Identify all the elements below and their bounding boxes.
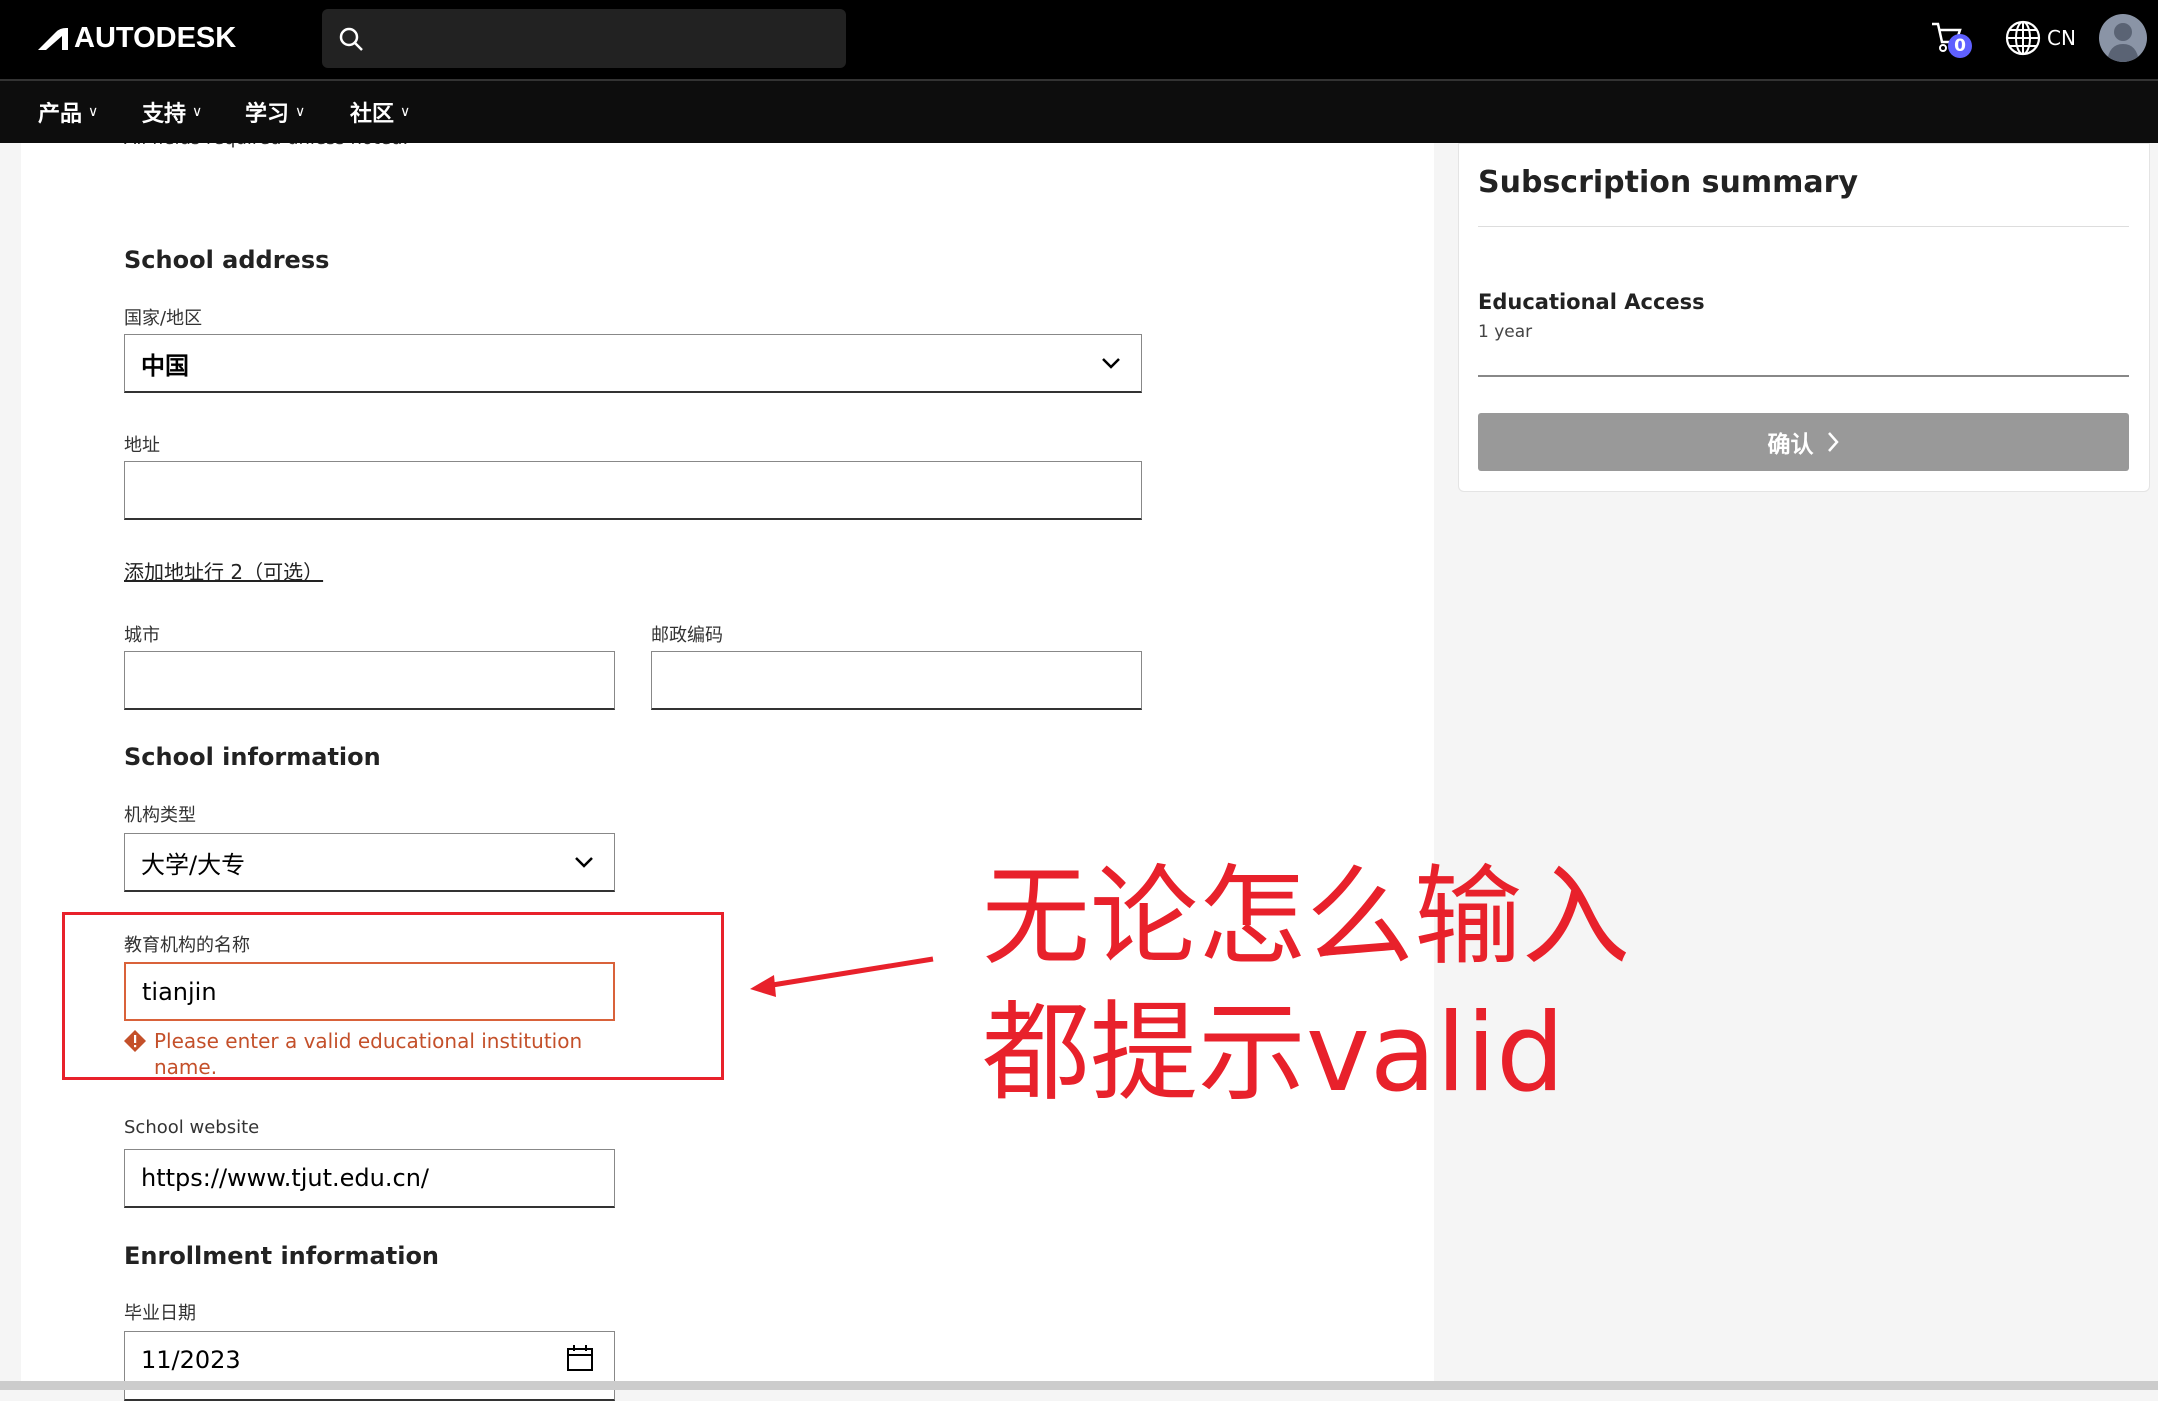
nav-item-products[interactable]: 产品 ∨ xyxy=(38,96,98,128)
school-address-title: School address xyxy=(124,246,330,274)
school-info-title: School information xyxy=(124,743,381,771)
horizontal-scrollbar[interactable] xyxy=(0,1381,2158,1390)
graduation-date-input[interactable]: 11/2023 xyxy=(124,1331,615,1401)
city-label: 城市 xyxy=(124,625,160,646)
cart-count-badge: 0 xyxy=(1948,34,1972,58)
search-icon xyxy=(339,27,363,51)
avatar[interactable] xyxy=(2099,14,2147,62)
institution-type-select[interactable]: 大学/大专 xyxy=(124,833,615,892)
school-website-label: School website xyxy=(124,1117,260,1138)
search-input[interactable] xyxy=(322,9,846,68)
city-input[interactable] xyxy=(124,651,615,710)
confirm-button[interactable]: 确认 xyxy=(1478,413,2129,471)
divider xyxy=(1478,226,2129,227)
nav-item-community[interactable]: 社区 ∨ xyxy=(350,96,410,128)
user-avatar-icon xyxy=(2107,23,2139,62)
country-select[interactable]: 中国 xyxy=(124,334,1142,393)
graduation-date-label: 毕业日期 xyxy=(124,1303,196,1324)
summary-term: 1 year xyxy=(1478,322,1533,342)
chevron-right-icon xyxy=(1827,432,1839,452)
enrollment-info-title: Enrollment information xyxy=(124,1242,440,1270)
institution-type-label: 机构类型 xyxy=(124,805,196,826)
autodesk-logo-icon xyxy=(38,27,68,50)
chevron-down-icon: ∨ xyxy=(192,104,203,120)
summary-product: Educational Access xyxy=(1478,290,1705,314)
postal-code-label: 邮政编码 xyxy=(651,625,723,646)
annotation-text-line2: 都提示valid xyxy=(982,991,1565,1116)
chevron-down-icon: ∨ xyxy=(295,104,306,120)
address-label: 地址 xyxy=(124,435,160,456)
institution-name-label: 教育机构的名称 xyxy=(124,935,250,956)
divider xyxy=(1478,375,2129,377)
annotation-text-line1: 无论怎么输入 xyxy=(982,855,1631,980)
chevron-down-icon: ∨ xyxy=(88,104,99,120)
autodesk-logo[interactable]: AUTODESK xyxy=(38,22,236,55)
region-selector[interactable]: CN xyxy=(2005,20,2076,56)
institution-name-input[interactable]: tianjin xyxy=(124,962,615,1021)
chevron-down-icon xyxy=(1102,358,1120,369)
chevron-down-icon xyxy=(575,857,593,868)
chevron-down-icon: ∨ xyxy=(400,104,411,120)
postal-code-input[interactable] xyxy=(651,651,1142,710)
annotation-arrow xyxy=(750,956,934,997)
calendar-icon[interactable] xyxy=(566,1344,594,1372)
warning-icon xyxy=(124,1030,146,1052)
address-input[interactable] xyxy=(124,461,1142,520)
add-address-line2-link[interactable]: 添加地址行 2（可选） xyxy=(124,556,323,585)
cart-button[interactable]: 0 xyxy=(1930,20,1972,58)
summary-title: Subscription summary xyxy=(1478,165,1858,200)
country-label: 国家/地区 xyxy=(124,308,203,329)
globe-icon xyxy=(2005,20,2041,56)
school-website-input[interactable]: https://www.tjut.edu.cn/ xyxy=(124,1149,615,1208)
nav-item-learn[interactable]: 学习 ∨ xyxy=(245,96,305,128)
nav-item-support[interactable]: 支持 ∨ xyxy=(142,96,202,128)
institution-name-error: Please enter a valid educational institu… xyxy=(124,1028,604,1080)
nav-bar xyxy=(0,79,2158,143)
